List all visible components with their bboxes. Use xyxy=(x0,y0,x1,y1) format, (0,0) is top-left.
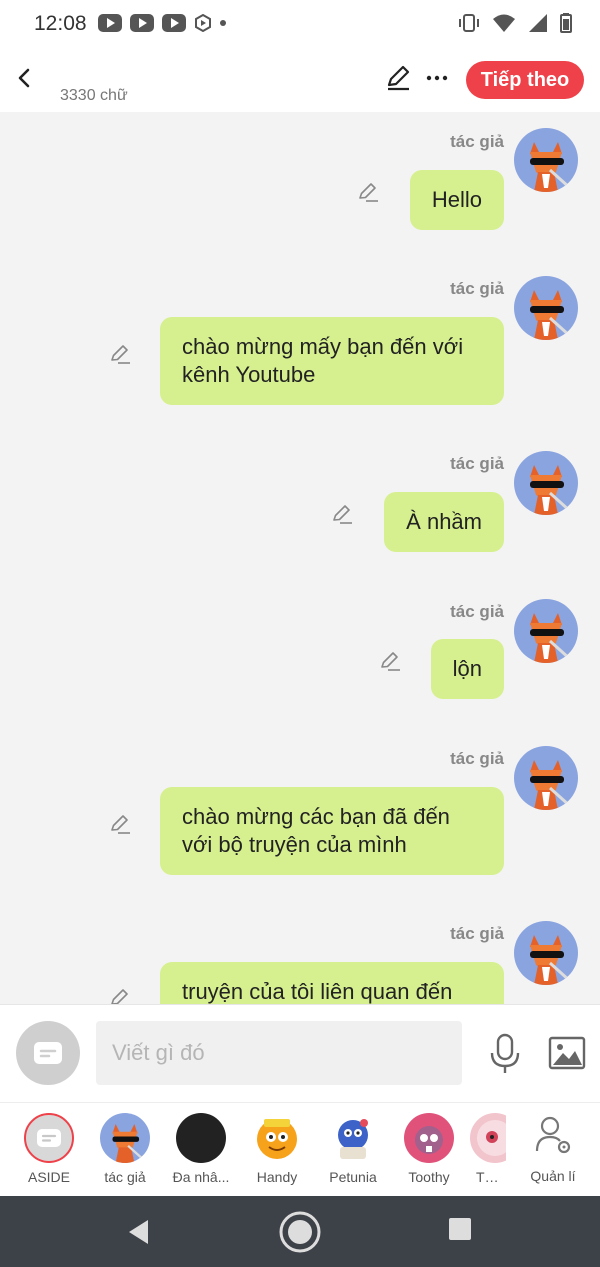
fox-avatar-icon xyxy=(514,746,578,810)
youtube-icon xyxy=(162,14,186,32)
status-time: 12:08 xyxy=(34,12,87,35)
character-label: Petunia xyxy=(329,1169,377,1185)
manage-label: Quản lí xyxy=(530,1168,576,1184)
character-da-nhan[interactable]: Đa nhâ... xyxy=(166,1113,236,1185)
youtube-icon xyxy=(98,14,122,32)
aside-avatar xyxy=(24,1113,74,1163)
character-label: Handy xyxy=(256,1169,298,1185)
next-button[interactable]: Tiếp theo xyxy=(466,61,584,99)
image-icon[interactable] xyxy=(548,1035,586,1071)
fox-avatar-icon xyxy=(514,128,578,192)
message-bubble[interactable]: truyện của tôi liên quan đến xyxy=(160,962,504,1004)
chat-area[interactable]: tác giả Hello tác giả chào mừng mấy bạn … xyxy=(0,112,600,1004)
message-bubble[interactable]: Hello xyxy=(409,170,504,230)
message-bubble[interactable]: chào mừng mấy bạn đến với kênh Youtube xyxy=(160,317,504,405)
message-input[interactable] xyxy=(96,1021,462,1085)
message-author: tác giả xyxy=(450,454,504,473)
author-avatar[interactable] xyxy=(514,128,578,192)
aside-chat-icon xyxy=(34,1042,62,1064)
fox-avatar-icon xyxy=(514,276,578,340)
character-label: Toothy xyxy=(408,1169,450,1185)
composer-bar xyxy=(0,1004,600,1102)
edit-message-icon[interactable] xyxy=(108,342,132,366)
microphone-icon[interactable] xyxy=(488,1033,522,1075)
edit-message-icon[interactable] xyxy=(330,502,354,526)
character-petunia[interactable]: Petunia xyxy=(318,1113,388,1185)
author-avatar[interactable] xyxy=(514,451,578,515)
youtube-icon xyxy=(130,14,154,32)
author-avatar[interactable] xyxy=(514,921,578,985)
character-avatar xyxy=(470,1113,506,1163)
notification-icons xyxy=(98,14,226,32)
status-bar: 12:08 xyxy=(0,0,600,48)
character-aside[interactable]: ASIDE xyxy=(14,1113,84,1185)
aside-chat-icon xyxy=(37,1129,61,1147)
black-avatar xyxy=(176,1113,226,1163)
system-nav-bar xyxy=(0,1196,600,1267)
character-author[interactable]: tác giả xyxy=(90,1113,160,1185)
word-count: 3330 chữ xyxy=(60,87,128,104)
battery-icon xyxy=(560,13,572,33)
edit-message-icon[interactable] xyxy=(356,180,380,204)
author-avatar[interactable] xyxy=(514,746,578,810)
message-author: tác giả xyxy=(450,602,504,621)
character-toothy[interactable]: Toothy xyxy=(394,1113,464,1185)
character-label: The r xyxy=(476,1169,506,1185)
edit-message-icon[interactable] xyxy=(378,649,402,673)
author-avatar[interactable] xyxy=(514,599,578,663)
edit-message-icon[interactable] xyxy=(108,812,132,836)
wifi-icon xyxy=(493,14,515,32)
message-author: tác giả xyxy=(450,924,504,943)
fox-avatar-icon xyxy=(514,921,578,985)
user-settings-icon xyxy=(535,1116,571,1154)
message-author: tác giả xyxy=(450,279,504,298)
author-avatar[interactable] xyxy=(514,276,578,340)
nav-home-icon[interactable] xyxy=(278,1210,322,1254)
message-bubble[interactable]: chào mừng các bạn đã đến với bộ truyện c… xyxy=(160,787,504,875)
fox-avatar-icon xyxy=(514,599,578,663)
message-author: tác giả xyxy=(450,132,504,151)
edit-icon[interactable] xyxy=(384,64,412,92)
message-bubble[interactable]: À nhầm xyxy=(384,492,504,552)
character-handy[interactable]: Handy xyxy=(242,1113,312,1185)
message-bubble[interactable]: lộn xyxy=(430,639,504,699)
character-the-r[interactable]: The r xyxy=(470,1113,506,1185)
system-icons xyxy=(458,13,572,33)
character-label: Đa nhâ... xyxy=(172,1169,230,1185)
toothy-avatar xyxy=(404,1113,454,1163)
character-bar: ASIDE tác giả Đa nhâ... Handy Petunia To… xyxy=(0,1102,600,1196)
more-options-icon[interactable] xyxy=(424,64,450,92)
dot-icon xyxy=(220,20,226,26)
petunia-avatar xyxy=(328,1113,378,1163)
edit-message-icon[interactable] xyxy=(108,986,132,1004)
signal-icon xyxy=(529,14,547,32)
aside-toggle-button[interactable] xyxy=(16,1021,80,1085)
character-label: ASIDE xyxy=(27,1169,70,1185)
handy-avatar xyxy=(252,1113,302,1163)
fox-avatar-icon xyxy=(100,1113,150,1163)
message-author: tác giả xyxy=(450,749,504,768)
editor-header: 3330 chữ Tiếp theo xyxy=(0,48,600,112)
fox-avatar-icon xyxy=(514,451,578,515)
nav-back-icon[interactable] xyxy=(126,1218,152,1246)
back-arrow-icon[interactable] xyxy=(10,62,38,94)
vibrate-icon xyxy=(459,14,479,32)
character-label: tác giả xyxy=(104,1169,146,1185)
manage-characters-button[interactable]: Quản lí xyxy=(520,1113,586,1184)
nav-recents-icon[interactable] xyxy=(448,1217,472,1241)
hexagon-play-icon xyxy=(195,14,211,32)
